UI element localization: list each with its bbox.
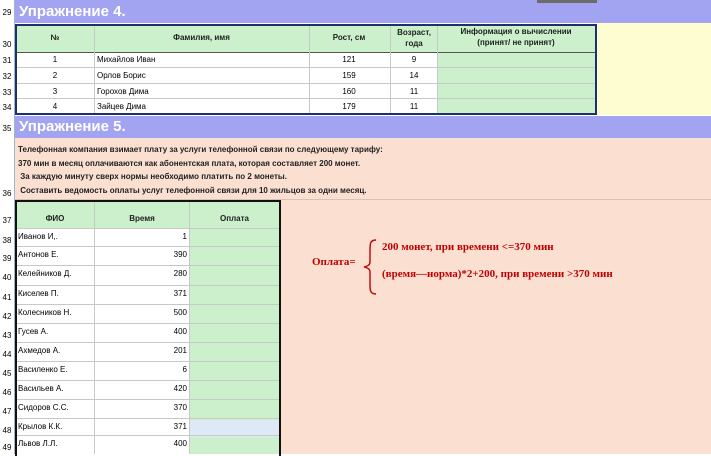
yellow-fill-region bbox=[597, 23, 711, 115]
top-edge-shadow bbox=[537, 0, 597, 3]
row-header-column bbox=[0, 0, 15, 454]
description-line: Телефонная компания взимает плату за усл… bbox=[18, 145, 383, 154]
row-number[interactable]: 29 bbox=[0, 8, 14, 17]
row-number[interactable]: 41 bbox=[0, 293, 14, 302]
row-number[interactable]: 36 bbox=[0, 189, 14, 198]
exercise-4-title-bar: Упражнение 4. bbox=[15, 0, 711, 23]
row-number[interactable]: 45 bbox=[0, 369, 14, 378]
row-number[interactable]: 46 bbox=[0, 388, 14, 397]
row-number[interactable]: 44 bbox=[0, 350, 14, 359]
ex5-table-border bbox=[15, 200, 281, 456]
formula-label: Оплата= bbox=[312, 256, 356, 268]
row-number[interactable]: 47 bbox=[0, 407, 14, 416]
row-number[interactable]: 30 bbox=[0, 40, 14, 49]
row-number[interactable]: 34 bbox=[0, 103, 14, 112]
formula-case-1: 200 монет, при времени <=370 мин bbox=[382, 241, 554, 253]
row-number[interactable]: 39 bbox=[0, 254, 14, 263]
description-line: За каждую минуту сверх нормы необходимо … bbox=[18, 172, 287, 181]
exercise-5-title-bar: Упражнение 5. bbox=[15, 116, 711, 138]
ex4-table-border bbox=[15, 24, 597, 115]
row-number[interactable]: 37 bbox=[0, 216, 14, 225]
curly-brace-icon bbox=[363, 239, 377, 295]
row-number[interactable]: 31 bbox=[0, 56, 14, 65]
description-line: 370 мин в месяц оплачиваются как абонент… bbox=[18, 159, 361, 168]
row-number[interactable]: 33 bbox=[0, 88, 14, 97]
row-number[interactable]: 43 bbox=[0, 331, 14, 340]
row-number[interactable]: 49 bbox=[0, 443, 14, 452]
row-number[interactable]: 48 bbox=[0, 426, 14, 435]
row-number[interactable]: 38 bbox=[0, 236, 14, 245]
row-number[interactable]: 35 bbox=[0, 124, 14, 133]
row-number[interactable]: 42 bbox=[0, 312, 14, 321]
exercise-4-title: Упражнение 4. bbox=[19, 3, 126, 20]
row-number[interactable]: 32 bbox=[0, 72, 14, 81]
row-number[interactable]: 40 bbox=[0, 273, 14, 282]
formula-case-2: (время—норма)*2+200, при времени >370 ми… bbox=[382, 268, 613, 280]
description-line: Составить ведомость оплаты услуг телефон… bbox=[18, 186, 367, 195]
exercise-5-title: Упражнение 5. bbox=[19, 118, 126, 135]
